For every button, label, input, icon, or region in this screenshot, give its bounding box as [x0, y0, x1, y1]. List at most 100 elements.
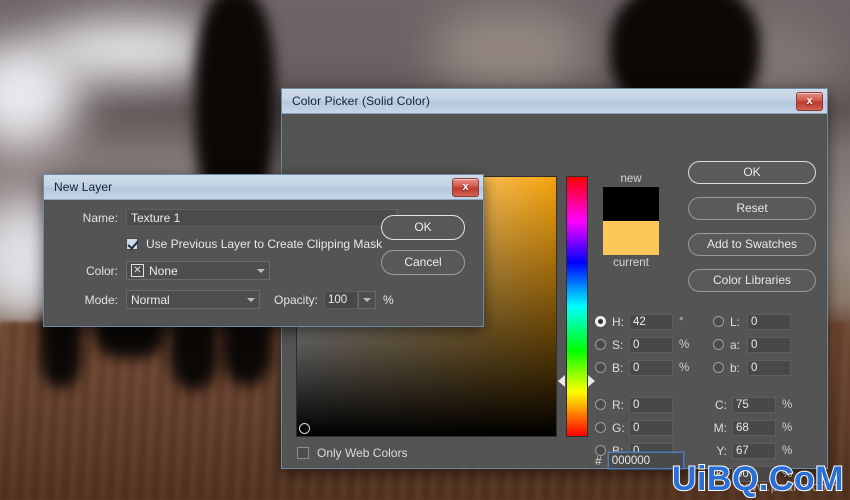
new-layer-button-column: OK Cancel	[381, 215, 465, 285]
input-a[interactable]	[747, 336, 791, 353]
mode-opacity-row: Mode: Normal Opacity: %	[54, 290, 474, 309]
label-b-brightness: B:	[612, 360, 624, 375]
radio-g[interactable]	[595, 422, 606, 433]
blend-mode-select[interactable]: Normal	[126, 290, 260, 309]
watermark-primary: UiBQ.CoM	[671, 460, 845, 498]
close-icon[interactable]: x	[452, 178, 479, 197]
clipping-mask-label: Use Previous Layer to Create Clipping Ma…	[146, 237, 383, 251]
radio-lab-b[interactable]	[713, 362, 724, 373]
label-h: H:	[612, 314, 624, 329]
add-to-swatches-button[interactable]: Add to Swatches	[688, 233, 816, 256]
color-picker-titlebar[interactable]: Color Picker (Solid Color) x	[282, 89, 827, 114]
opacity-label: Opacity:	[274, 292, 319, 307]
close-icon[interactable]: x	[796, 92, 823, 111]
chevron-down-icon	[363, 297, 372, 302]
label-lab-b: b:	[730, 360, 741, 375]
mode-label: Mode:	[84, 292, 118, 307]
unit-c: %	[782, 398, 793, 411]
field-row-l: L:	[713, 313, 828, 330]
object-leg	[40, 318, 82, 388]
field-row-lab-b: b:	[713, 359, 828, 376]
field-row-r: R:	[595, 396, 703, 413]
color-picker-button-column: OK Reset Add to Swatches Color Libraries	[688, 161, 816, 305]
input-lab-b[interactable]	[747, 359, 791, 376]
current-color-swatch[interactable]	[603, 221, 659, 255]
close-glyph: x	[806, 95, 813, 107]
layer-color-select[interactable]: ✕ None	[126, 261, 270, 280]
ok-button[interactable]: OK	[688, 161, 816, 184]
unit-y: %	[782, 444, 793, 457]
label-r: R:	[612, 397, 624, 412]
only-web-colors-label: Only Web Colors	[317, 446, 408, 460]
opacity-stepper[interactable]	[358, 290, 377, 309]
unit-h: °	[679, 315, 684, 328]
new-color-swatch[interactable]	[603, 187, 659, 221]
reset-button[interactable]: Reset	[688, 197, 816, 220]
new-layer-dialog: New Layer x Name: Use Previous Layer to …	[43, 174, 484, 327]
radio-h[interactable]	[595, 316, 606, 327]
hex-hash-label: #	[595, 453, 602, 468]
label-c: C:	[715, 397, 727, 412]
input-b-brightness[interactable]	[629, 359, 673, 376]
input-r[interactable]	[629, 396, 673, 413]
input-y[interactable]	[732, 442, 776, 459]
field-row-a: a:	[713, 336, 828, 353]
color-label: Color:	[85, 263, 118, 278]
ok-button[interactable]: OK	[381, 215, 465, 240]
input-c[interactable]	[732, 396, 776, 413]
unit-m: %	[782, 421, 793, 434]
label-s: S:	[612, 337, 624, 352]
radio-a[interactable]	[713, 339, 724, 350]
color-swatch-group: new current	[603, 171, 659, 271]
unit-s: %	[679, 338, 690, 351]
clipping-mask-checkbox[interactable]	[126, 238, 138, 250]
hsb-rgb-column: H: ° S: % B: %	[595, 313, 703, 465]
input-l[interactable]	[747, 313, 791, 330]
field-row-h: H: °	[595, 313, 703, 330]
blend-mode-value: Normal	[131, 292, 170, 307]
cancel-button[interactable]: Cancel	[381, 250, 465, 275]
bokeh-highlight	[40, 20, 220, 80]
opacity-unit: %	[383, 292, 394, 307]
unit-b-brightness: %	[679, 361, 690, 374]
radio-l[interactable]	[713, 316, 724, 327]
hex-field-row: #	[595, 452, 684, 469]
input-h[interactable]	[629, 313, 673, 330]
label-a: a:	[730, 337, 741, 352]
radio-b-brightness[interactable]	[595, 362, 606, 373]
radio-s[interactable]	[595, 339, 606, 350]
close-glyph: x	[462, 181, 469, 193]
color-libraries-button[interactable]: Color Libraries	[688, 269, 816, 292]
new-layer-titlebar[interactable]: New Layer x	[44, 175, 483, 200]
input-g[interactable]	[629, 419, 673, 436]
hue-slider-marker-right[interactable]	[588, 375, 595, 387]
field-row-b-brightness: B: %	[595, 359, 703, 376]
label-m: M:	[713, 420, 727, 435]
new-layer-body: Name: Use Previous Layer to Create Clipp…	[45, 201, 482, 325]
label-y: Y:	[716, 443, 727, 458]
only-web-colors-row[interactable]: Only Web Colors	[297, 446, 407, 460]
input-m[interactable]	[732, 419, 776, 436]
new-layer-content: Name: Use Previous Layer to Create Clipp…	[54, 207, 474, 317]
opacity-input[interactable]	[324, 290, 359, 309]
object-leg	[170, 318, 218, 390]
chevron-down-icon	[257, 268, 265, 273]
field-row-g: G:	[595, 419, 703, 436]
layer-name-input[interactable]	[126, 209, 397, 227]
layer-color-value: None	[149, 263, 178, 278]
field-row-y: Y: %	[713, 442, 828, 459]
bokeh-highlight	[430, 10, 590, 90]
label-l: L:	[730, 314, 741, 329]
field-row-s: S: %	[595, 336, 703, 353]
hue-slider-marker-left[interactable]	[558, 375, 565, 387]
radio-r[interactable]	[595, 399, 606, 410]
new-layer-title: New Layer	[54, 180, 113, 194]
new-color-label: new	[620, 173, 642, 185]
field-row-c: C: %	[713, 396, 828, 413]
hue-slider[interactable]	[566, 176, 588, 437]
input-s[interactable]	[629, 336, 673, 353]
only-web-colors-checkbox[interactable]	[297, 447, 309, 459]
current-color-label: current	[613, 257, 649, 269]
field-row-m: M: %	[713, 419, 828, 436]
sv-field-marker[interactable]	[299, 423, 310, 434]
